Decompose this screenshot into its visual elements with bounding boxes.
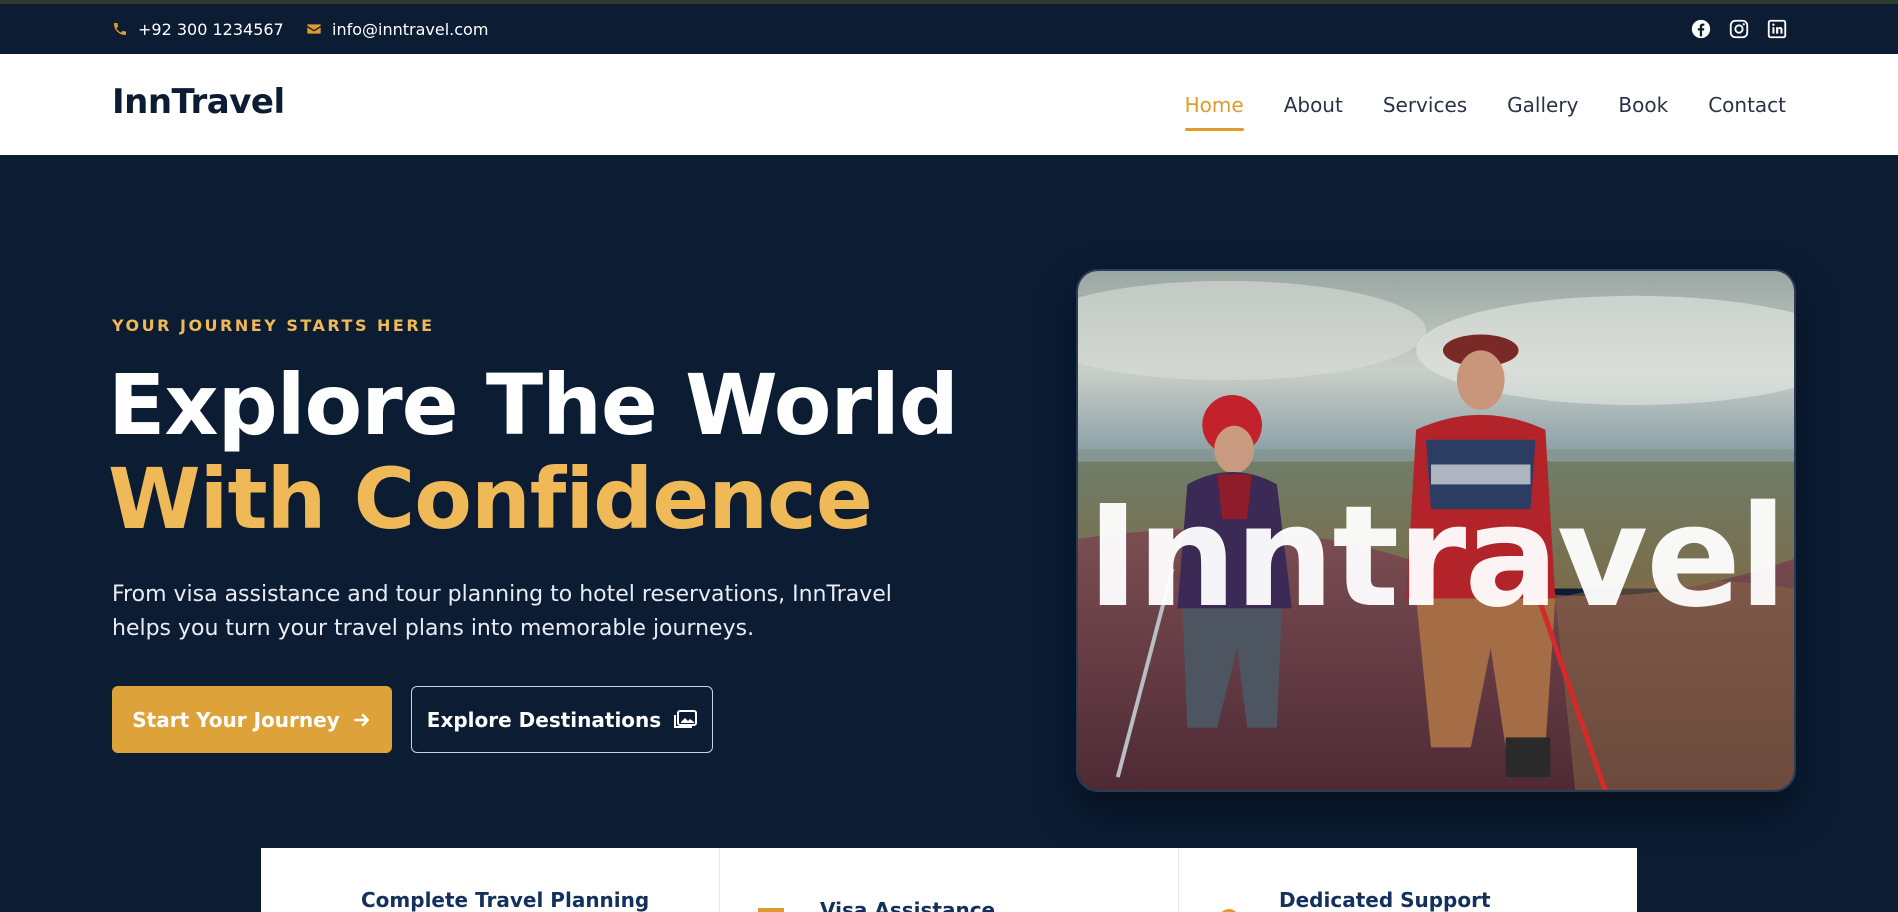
hero-eyebrow: YOUR JOURNEY STARTS HERE (112, 316, 435, 335)
social-links (1690, 4, 1788, 54)
facebook-icon[interactable] (1690, 18, 1712, 40)
feature-title: Dedicated Support (1279, 888, 1491, 912)
instagram-icon[interactable] (1728, 18, 1750, 40)
email-contact[interactable]: info@inntravel.com (306, 4, 488, 54)
support-icon (1221, 909, 1237, 912)
start-journey-button[interactable]: Start Your Journey (112, 686, 392, 753)
feature-card: Dedicated Support (1179, 848, 1637, 912)
hero-title-line1: Explore The World (108, 356, 959, 454)
nav-home[interactable]: Home (1184, 93, 1244, 131)
nav-gallery[interactable]: Gallery (1507, 93, 1578, 117)
feature-title: Visa Assistance (820, 898, 996, 912)
nav-menu: Home About Services Gallery Book Contact (1184, 54, 1786, 155)
nav-book[interactable]: Book (1618, 93, 1668, 117)
start-journey-label: Start Your Journey (132, 707, 340, 732)
hero-title-line2: With Confidence (108, 450, 873, 548)
visa-icon (758, 908, 784, 912)
explore-destinations-label: Explore Destinations (426, 707, 662, 732)
planning-icon (297, 900, 325, 912)
image-brand-text: Inntravel (1086, 476, 1787, 639)
phone-contact[interactable]: +92 300 1234567 (112, 4, 284, 54)
hero-image: Inntravel (1076, 269, 1796, 792)
top-bar: +92 300 1234567 info@inntravel.com (0, 4, 1898, 54)
feature-card: Complete Travel Planning (261, 848, 720, 912)
nav-about[interactable]: About (1284, 93, 1343, 117)
linkedin-icon[interactable] (1766, 18, 1788, 40)
explore-destinations-button[interactable]: Explore Destinations (411, 686, 713, 753)
phone-number: +92 300 1234567 (138, 19, 284, 39)
envelope-icon (307, 24, 321, 34)
phone-icon (114, 23, 126, 35)
email-address: info@inntravel.com (332, 19, 489, 39)
feature-card: Visa Assistance (720, 848, 1179, 912)
hero-lead: From visa assistance and tour planning t… (112, 582, 892, 641)
site-logo[interactable]: InnTravel (112, 82, 285, 122)
feature-title: Complete Travel Planning (361, 888, 650, 912)
nav-services[interactable]: Services (1383, 93, 1467, 117)
main-navbar: InnTravel Home About Services Gallery Bo… (0, 54, 1898, 155)
arrow-right-icon (353, 713, 369, 726)
features-strip: Complete Travel Planning Visa Assistance… (261, 848, 1637, 912)
nav-contact[interactable]: Contact (1708, 93, 1786, 117)
images-icon (674, 709, 698, 728)
